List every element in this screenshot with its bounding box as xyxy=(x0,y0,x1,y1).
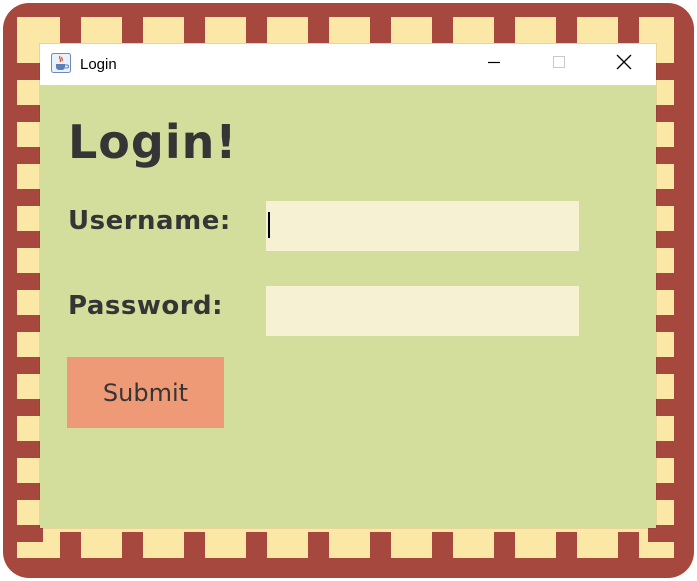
close-button[interactable] xyxy=(601,44,647,85)
submit-button[interactable]: Submit xyxy=(67,357,224,428)
java-cup-icon xyxy=(51,53,71,73)
border-stripe xyxy=(432,532,453,558)
window-title: Login xyxy=(80,56,117,73)
minimize-button[interactable] xyxy=(471,44,517,85)
maximize-icon xyxy=(552,55,566,74)
border-stripe xyxy=(370,532,391,558)
username-field[interactable] xyxy=(266,201,579,251)
text-caret xyxy=(268,212,270,238)
login-window: Login Login! Username: Password: Submit xyxy=(40,44,656,528)
minimize-icon xyxy=(487,55,501,74)
form-panel: Login! Username: Password: Submit xyxy=(40,85,656,528)
username-label: Username: xyxy=(68,206,231,236)
border-stripe xyxy=(246,532,267,558)
password-label: Password: xyxy=(68,291,224,321)
border-stripe xyxy=(494,532,515,558)
border-stripe xyxy=(60,17,81,43)
border-stripe xyxy=(618,17,639,43)
border-stripe xyxy=(184,532,205,558)
page-title: Login! xyxy=(68,115,238,169)
border-stripe xyxy=(494,17,515,43)
close-icon xyxy=(616,54,632,75)
border-stripe xyxy=(308,532,329,558)
border-stripe xyxy=(370,17,391,43)
border-stripe xyxy=(60,532,81,558)
border-stripe xyxy=(618,532,639,558)
border-stripe xyxy=(184,17,205,43)
maximize-button[interactable] xyxy=(536,44,582,85)
password-field[interactable] xyxy=(266,286,579,336)
border-stripe xyxy=(246,17,267,43)
title-bar: Login xyxy=(40,44,656,85)
border-stripe xyxy=(122,532,143,558)
border-stripe xyxy=(556,17,577,43)
border-stripe xyxy=(556,532,577,558)
border-stripe xyxy=(308,17,329,43)
border-stripe xyxy=(432,17,453,43)
border-stripe xyxy=(122,17,143,43)
